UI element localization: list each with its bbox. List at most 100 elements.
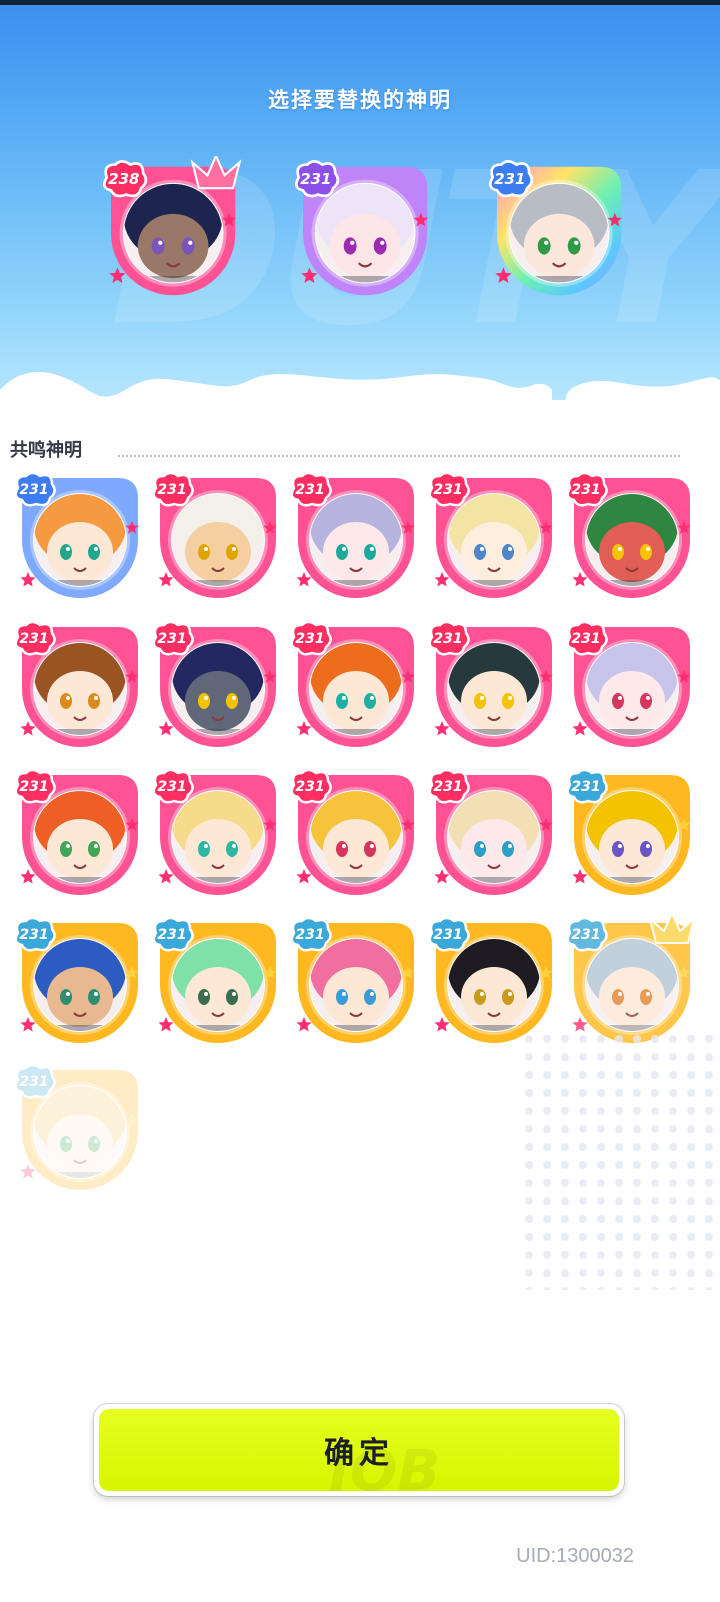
deity-portrait: 231 xyxy=(290,916,415,1043)
face xyxy=(137,213,209,279)
left-eye xyxy=(151,237,165,255)
deity-card-7[interactable]: 231 xyxy=(146,617,286,757)
level-text: 231 xyxy=(571,631,600,647)
eye-shine xyxy=(204,992,208,996)
face xyxy=(185,671,251,731)
deity-card-8[interactable]: 231 xyxy=(284,617,424,757)
selected-deity-3[interactable]: 231 xyxy=(482,156,632,306)
confirm-button[interactable]: JOB 确定 xyxy=(94,1404,624,1496)
eye-shine xyxy=(66,1139,70,1143)
deity-card-3[interactable]: 231 xyxy=(284,468,424,608)
eye-shine xyxy=(480,992,484,996)
eye-shine xyxy=(370,547,374,551)
eye-shine xyxy=(380,240,385,245)
deity-card-21[interactable]: 231 xyxy=(8,1060,148,1200)
deity-card-13[interactable]: 231 xyxy=(284,765,424,905)
level-text: 231 xyxy=(19,482,48,498)
eye-shine xyxy=(204,547,208,551)
eye-shine xyxy=(94,844,98,848)
eye-shine xyxy=(158,240,163,245)
deity-card-9[interactable]: 231 xyxy=(422,617,562,757)
face xyxy=(461,671,527,731)
level-text: 231 xyxy=(295,482,324,498)
eye-shine xyxy=(94,1139,98,1143)
right-eye xyxy=(502,544,514,560)
deity-portrait: 231 xyxy=(294,160,429,296)
confirm-button-face: JOB 确定 xyxy=(99,1409,619,1491)
left-eye xyxy=(343,237,357,255)
crown-icon xyxy=(190,153,242,190)
eye-shine xyxy=(342,547,346,551)
deity-card-1[interactable]: 231 xyxy=(8,468,148,608)
selected-deity-1[interactable]: 238 xyxy=(96,153,246,306)
eye-shine xyxy=(646,547,650,551)
face xyxy=(323,522,389,582)
left-eye xyxy=(60,989,72,1005)
right-eye xyxy=(364,693,376,709)
right-eye xyxy=(640,693,652,709)
face xyxy=(599,819,665,879)
eye-shine xyxy=(232,992,236,996)
selected-deity-2[interactable]: 231 xyxy=(288,156,438,306)
deity-card-11[interactable]: 231 xyxy=(8,765,148,905)
eye-shine xyxy=(618,992,622,996)
left-eye xyxy=(336,693,348,709)
face xyxy=(523,213,595,279)
left-eye xyxy=(474,544,486,560)
deity-portrait: 231 xyxy=(428,471,553,598)
deity-card-10[interactable]: 231 xyxy=(560,617,700,757)
left-eye xyxy=(60,693,72,709)
face xyxy=(323,671,389,731)
level-text: 231 xyxy=(433,631,462,647)
eye-shine xyxy=(232,696,236,700)
deity-card-4[interactable]: 231 xyxy=(422,468,562,608)
right-eye xyxy=(373,237,387,255)
deity-card-5[interactable]: 231 xyxy=(560,468,700,608)
right-eye xyxy=(88,989,100,1005)
level-text: 231 xyxy=(19,779,48,795)
right-eye xyxy=(364,989,376,1005)
eye-shine xyxy=(94,992,98,996)
eye-shine xyxy=(618,696,622,700)
section-title: 共鸣神明 xyxy=(10,440,82,461)
deity-card-16[interactable]: 231 xyxy=(8,913,148,1053)
level-text: 231 xyxy=(295,779,324,795)
confirm-button-label: 确定 xyxy=(324,1436,394,1471)
left-eye xyxy=(612,693,624,709)
left-eye xyxy=(612,989,624,1005)
face xyxy=(47,1114,113,1174)
face xyxy=(461,522,527,582)
eye-shine xyxy=(480,844,484,848)
eye-shine xyxy=(646,992,650,996)
right-eye xyxy=(364,544,376,560)
deity-card-2[interactable]: 231 xyxy=(146,468,286,608)
deity-card-17[interactable]: 231 xyxy=(146,913,286,1053)
deity-card-18[interactable]: 231 xyxy=(284,913,424,1053)
face xyxy=(461,967,527,1027)
deity-portrait: 231 xyxy=(488,160,623,296)
left-eye xyxy=(198,989,210,1005)
deity-portrait: 231 xyxy=(566,620,691,747)
deity-card-15[interactable]: 231 xyxy=(560,765,700,905)
left-eye xyxy=(60,544,72,560)
left-eye xyxy=(198,544,210,560)
level-text: 231 xyxy=(300,170,331,188)
face xyxy=(185,522,251,582)
deity-card-14[interactable]: 231 xyxy=(422,765,562,905)
right-eye xyxy=(502,841,514,857)
eye-shine xyxy=(370,992,374,996)
deity-card-12[interactable]: 231 xyxy=(146,765,286,905)
level-text: 231 xyxy=(295,631,324,647)
eye-shine xyxy=(66,547,70,551)
eye-shine xyxy=(66,696,70,700)
eye-shine xyxy=(618,844,622,848)
deity-portrait: 231 xyxy=(428,620,553,747)
face xyxy=(47,819,113,879)
right-eye xyxy=(567,237,581,255)
eye-shine xyxy=(574,240,579,245)
section-divider xyxy=(118,455,680,457)
left-eye xyxy=(198,693,210,709)
deity-card-6[interactable]: 231 xyxy=(8,617,148,757)
eye-shine xyxy=(94,696,98,700)
deity-portrait: 231 xyxy=(152,620,277,747)
